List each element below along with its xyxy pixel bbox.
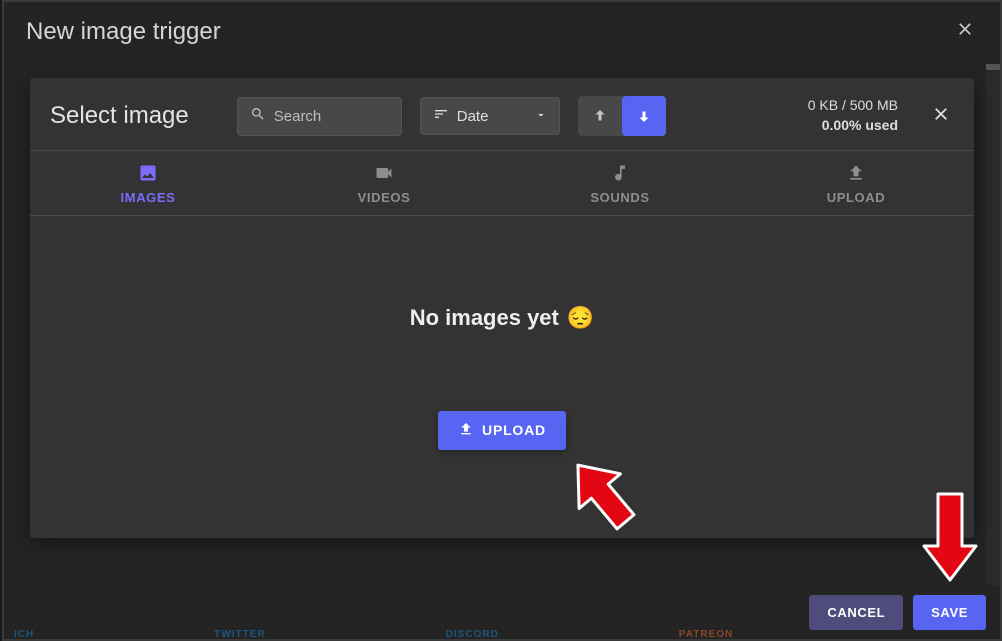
dialog-header: New image trigger bbox=[4, 2, 1000, 61]
video-icon bbox=[374, 163, 394, 186]
upload-button-label: UPLOAD bbox=[482, 422, 546, 438]
panel-title: Select image bbox=[50, 102, 189, 130]
storage-percent: 0.00% used bbox=[808, 116, 898, 136]
sort-descending-button[interactable] bbox=[622, 96, 666, 136]
scrollbar-thumb[interactable] bbox=[986, 64, 1000, 70]
bg-link: ICH bbox=[14, 629, 34, 640]
panel-close-icon[interactable] bbox=[926, 99, 956, 134]
search-input[interactable] bbox=[274, 108, 389, 125]
bg-link: PATREON bbox=[679, 629, 733, 640]
sort-ascending-button[interactable] bbox=[578, 96, 622, 136]
save-button[interactable]: SAVE bbox=[913, 595, 986, 630]
tab-label: VIDEOS bbox=[358, 190, 411, 205]
upload-icon bbox=[458, 421, 474, 440]
tab-videos[interactable]: VIDEOS bbox=[266, 151, 502, 215]
tab-label: UPLOAD bbox=[827, 190, 886, 205]
search-input-container[interactable] bbox=[237, 97, 402, 136]
upload-button[interactable]: UPLOAD bbox=[438, 411, 566, 450]
tab-upload[interactable]: UPLOAD bbox=[738, 151, 974, 215]
sort-direction-group bbox=[578, 96, 666, 136]
media-content-area: No images yet 😔 UPLOAD bbox=[30, 216, 974, 538]
storage-info: 0 KB / 500 MB 0.00% used bbox=[808, 96, 898, 135]
sort-label: Date bbox=[457, 108, 489, 125]
empty-state-message: No images yet 😔 bbox=[410, 305, 595, 331]
media-tabs: IMAGES VIDEOS SOUNDS UPLOAD bbox=[30, 150, 974, 216]
select-image-panel: Select image Date bbox=[30, 78, 974, 538]
panel-toolbar: Select image Date bbox=[30, 78, 974, 150]
music-icon bbox=[610, 163, 630, 186]
dialog-title: New image trigger bbox=[26, 18, 221, 46]
scrollbar-track[interactable] bbox=[986, 64, 1000, 597]
search-icon bbox=[250, 106, 266, 127]
empty-text: No images yet bbox=[410, 305, 559, 331]
sad-emoji-icon: 😔 bbox=[567, 305, 594, 331]
tab-images[interactable]: IMAGES bbox=[30, 151, 266, 215]
bg-link: TWITTER bbox=[214, 629, 265, 640]
sort-icon bbox=[433, 106, 449, 126]
chevron-down-icon bbox=[535, 108, 547, 125]
storage-usage: 0 KB / 500 MB bbox=[808, 96, 898, 116]
upload-icon bbox=[846, 163, 866, 186]
tab-label: SOUNDS bbox=[590, 190, 649, 205]
tab-label: IMAGES bbox=[121, 190, 176, 205]
tab-sounds[interactable]: SOUNDS bbox=[502, 151, 738, 215]
bg-link: DISCORD bbox=[446, 629, 499, 640]
cancel-button[interactable]: CANCEL bbox=[809, 595, 903, 630]
image-icon bbox=[138, 163, 158, 186]
sort-dropdown[interactable]: Date bbox=[420, 97, 560, 135]
new-image-trigger-dialog: New image trigger Select image Date bbox=[2, 0, 1002, 641]
background-social-bar: ICH TWITTER DISCORD PATREON bbox=[4, 628, 1000, 640]
close-icon[interactable] bbox=[952, 16, 978, 47]
